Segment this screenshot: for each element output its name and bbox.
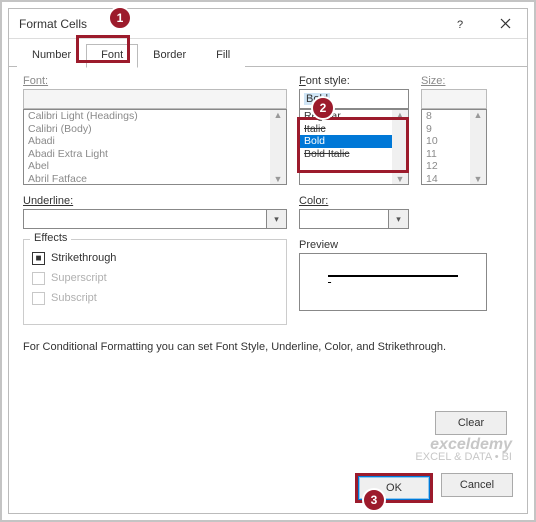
font-input	[23, 89, 287, 109]
tab-number[interactable]: Number	[17, 44, 86, 68]
tab-fill[interactable]: Fill	[201, 44, 245, 68]
size-input	[421, 89, 487, 109]
size-label: Size:	[421, 75, 487, 87]
font-list: Calibri Light (Headings) Calibri (Body) …	[23, 109, 287, 185]
annotation-badge: 2	[311, 96, 335, 120]
checkbox-icon	[32, 292, 45, 305]
help-button[interactable]: ?	[439, 10, 483, 38]
preview-box	[299, 253, 487, 311]
effects-group: Effects ■ Strikethrough Superscript Subs…	[23, 239, 287, 325]
checkbox-icon: ■	[32, 252, 45, 265]
list-item: Calibri (Body)	[24, 123, 286, 136]
scrollbar[interactable]: ▲▼	[392, 110, 408, 184]
font-style-list[interactable]: Regular Italic Bold Bold Italic ▲▼	[299, 109, 409, 185]
subscript-checkbox: Subscript	[32, 288, 278, 308]
chevron-down-icon[interactable]: ▾	[389, 209, 409, 229]
annotation-badge: 1	[108, 6, 132, 30]
list-item: Abadi	[24, 135, 286, 148]
color-label: Color:	[299, 195, 409, 207]
strikethrough-checkbox[interactable]: ■ Strikethrough	[32, 248, 278, 268]
tab-strip: Number Font Border Fill	[9, 39, 527, 67]
titlebar: Format Cells ?	[9, 9, 527, 39]
size-list: 8 9 10 11 12 14 ▲▼	[421, 109, 487, 185]
color-combo[interactable]: ▾	[299, 209, 409, 229]
dialog-body: Font: Calibri Light (Headings) Calibri (…	[9, 67, 527, 463]
format-cells-dialog: Format Cells ? Number Font Border Fill F…	[8, 8, 528, 514]
preview-sample	[328, 275, 458, 289]
scrollbar: ▲▼	[470, 110, 486, 184]
screenshot-frame: Format Cells ? Number Font Border Fill F…	[0, 0, 536, 522]
list-item: Abadi Extra Light	[24, 148, 286, 161]
close-button[interactable]	[483, 10, 527, 38]
dialog-title: Format Cells	[19, 17, 87, 31]
font-label: Font:	[23, 75, 287, 87]
chevron-down-icon[interactable]: ▾	[267, 209, 287, 229]
cancel-button[interactable]: Cancel	[441, 473, 513, 497]
tab-border[interactable]: Border	[138, 44, 201, 68]
underline-label: Underline:	[23, 195, 287, 207]
checkbox-icon	[32, 272, 45, 285]
scrollbar: ▲▼	[270, 110, 286, 184]
list-item: Abril Fatface	[24, 173, 286, 186]
clear-button[interactable]: Clear	[435, 411, 507, 435]
svg-text:?: ?	[457, 19, 463, 30]
superscript-checkbox: Superscript	[32, 268, 278, 288]
font-style-label: Font style:	[299, 75, 409, 87]
dialog-footer: OK Cancel	[9, 463, 527, 513]
annotation-badge: 3	[362, 488, 386, 512]
hint-text: For Conditional Formatting you can set F…	[23, 341, 513, 353]
list-item: Abel	[24, 160, 286, 173]
preview-label: Preview	[299, 239, 487, 251]
underline-combo[interactable]: ▾	[23, 209, 287, 229]
effects-label: Effects	[30, 232, 71, 244]
tab-font[interactable]: Font	[86, 44, 138, 68]
list-item: Calibri Light (Headings)	[24, 110, 286, 123]
